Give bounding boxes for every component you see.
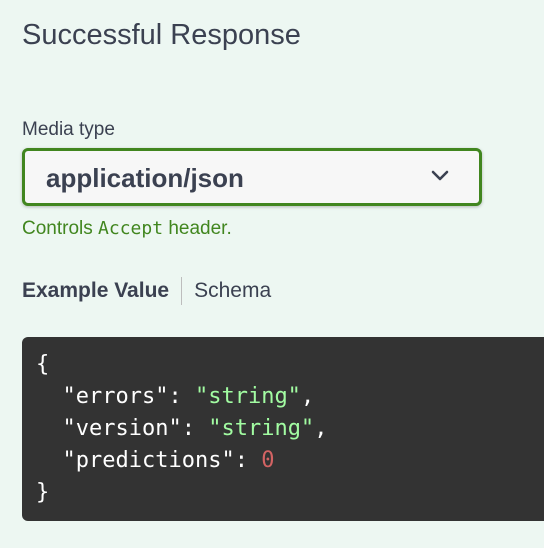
- response-title: Successful Response: [22, 19, 301, 51]
- field-sep: :: [168, 384, 195, 409]
- example-code-block: { "errors": "string", "version": "string…: [22, 337, 544, 521]
- field-value: 0: [261, 448, 275, 473]
- code-line-field: "predictions": 0: [36, 445, 544, 477]
- field-comma: ,: [300, 384, 315, 409]
- code-line-close: }: [36, 477, 544, 509]
- open-brace: {: [36, 352, 50, 377]
- help-prefix: Controls: [22, 218, 99, 239]
- tab-schema[interactable]: Schema: [194, 277, 271, 305]
- field-key: "version": [62, 416, 182, 441]
- field-key: "predictions": [62, 448, 235, 473]
- media-type-label: Media type: [22, 119, 115, 140]
- field-sep: :: [181, 416, 209, 441]
- media-type-help: Controls Accept header.: [22, 216, 232, 242]
- close-brace: }: [36, 480, 50, 505]
- media-type-select[interactable]: application/json: [22, 148, 482, 206]
- field-value: "string": [208, 416, 315, 441]
- example-tabs: Example Value Schema: [22, 276, 271, 306]
- field-comma: ,: [314, 416, 328, 441]
- tab-example-value[interactable]: Example Value: [22, 277, 169, 305]
- code-line-field: "version": "string",: [36, 413, 544, 445]
- help-suffix: header.: [163, 218, 232, 239]
- chevron-down-icon: [431, 170, 449, 181]
- help-code: Accept: [98, 218, 164, 239]
- media-type-selected-value: application/json: [46, 163, 244, 193]
- field-key: "errors": [62, 384, 169, 409]
- code-line-field: "errors": "string",: [36, 381, 544, 413]
- field-sep: :: [234, 448, 262, 473]
- field-value: "string": [194, 384, 301, 409]
- code-line-open: {: [36, 349, 544, 381]
- tab-divider: [181, 277, 183, 305]
